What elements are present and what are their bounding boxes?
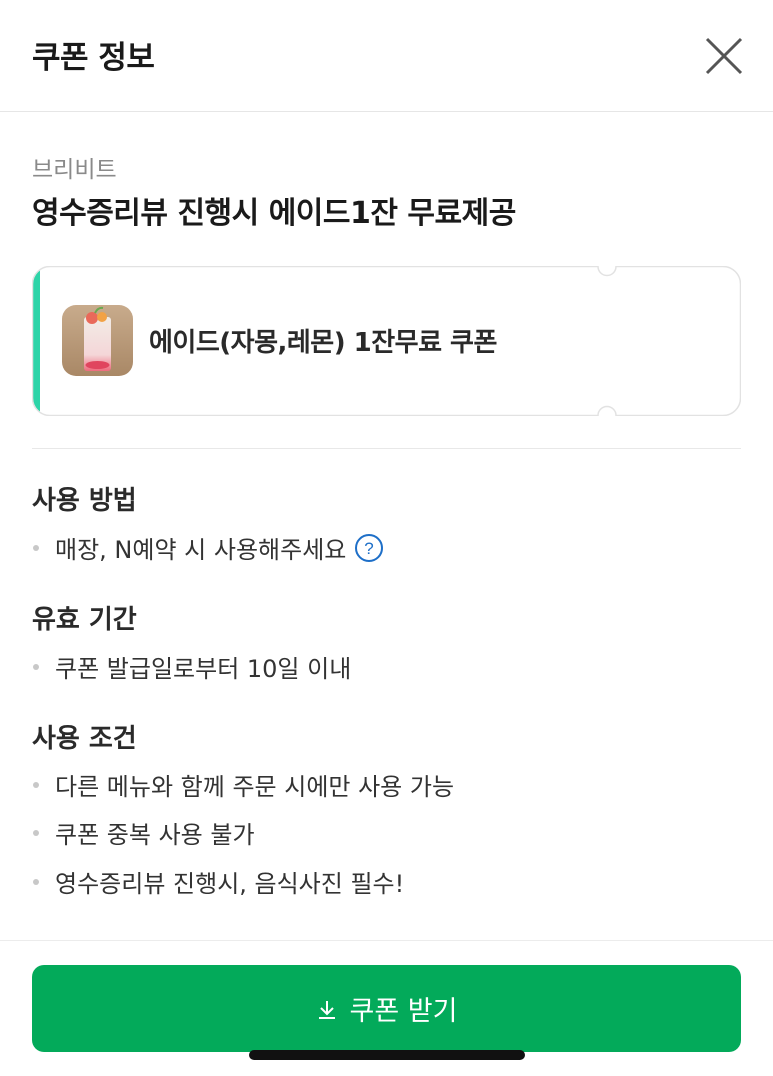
validity-item: 쿠폰 발급일로부터 10일 이내: [32, 649, 351, 684]
usage-section-title: 사용 방법: [32, 486, 137, 516]
bullet-dot: [33, 781, 39, 788]
bullet-dot: [33, 829, 39, 836]
bullet-dot: [33, 878, 39, 885]
condition-item-text: 영수증리뷰 진행시, 음식사진 필수!: [55, 870, 405, 898]
coupon-ticket: 에이드(자몽,레몬) 1잔무료 쿠폰: [32, 266, 741, 416]
validity-section-title: 유효 기간: [32, 605, 137, 635]
condition-item: 쿠폰 중복 사용 불가: [32, 815, 255, 850]
condition-item: 다른 메뉴와 함께 주문 시에만 사용 가능: [32, 767, 454, 802]
page-title: 쿠폰 정보: [32, 40, 155, 76]
usage-item: 매장, N예약 시 사용해주세요 ?: [32, 530, 384, 565]
validity-item-text: 쿠폰 발급일로부터 10일 이내: [55, 655, 352, 683]
bullet-dot: [33, 663, 39, 670]
coupon-item-label: 에이드(자몽,레몬) 1잔무료 쿠폰: [149, 328, 497, 358]
get-coupon-label: 쿠폰 받기: [349, 996, 458, 1027]
drink-thumbnail: [62, 305, 133, 376]
coupon-title: 영수증리뷰 진행시 에이드1잔 무료제공: [32, 196, 516, 231]
get-coupon-button[interactable]: 쿠폰 받기: [32, 965, 741, 1052]
help-icon: ?: [355, 533, 384, 562]
store-name: 브리비트: [32, 157, 117, 183]
help-button[interactable]: ?: [354, 533, 384, 563]
condition-item-text: 다른 메뉴와 함께 주문 시에만 사용 가능: [55, 773, 455, 801]
conditions-section-title: 사용 조건: [32, 724, 137, 754]
close-icon: [705, 37, 743, 75]
condition-item-text: 쿠폰 중복 사용 불가: [55, 821, 255, 849]
footer-divider: [0, 940, 773, 941]
close-button[interactable]: [700, 32, 748, 80]
condition-item: 영수증리뷰 진행시, 음식사진 필수!: [32, 864, 404, 899]
modal-header: 쿠폰 정보: [0, 0, 773, 112]
usage-item-text: 매장, N예약 시 사용해주세요: [55, 536, 347, 564]
home-indicator: [249, 1050, 525, 1060]
bullet-dot: [33, 544, 39, 551]
download-icon: [318, 1000, 335, 1019]
divider: [32, 448, 741, 449]
svg-text:?: ?: [365, 539, 374, 558]
